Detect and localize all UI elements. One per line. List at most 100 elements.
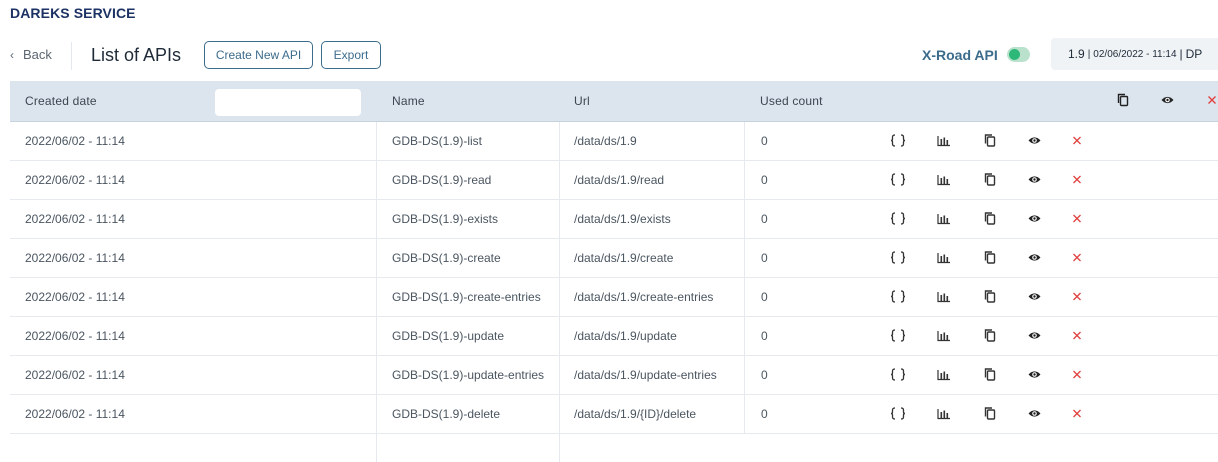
close-icon[interactable] xyxy=(1072,250,1082,270)
eye-icon[interactable] xyxy=(1028,406,1041,426)
table-row: 2022/06/02 - 11:14 GDB-DS(1.9)-list /dat… xyxy=(10,122,1218,161)
eye-icon[interactable] xyxy=(1028,250,1041,270)
bar-chart-icon[interactable] xyxy=(937,289,951,309)
bar-chart-icon[interactable] xyxy=(937,172,951,192)
column-header-used-count[interactable]: Used count xyxy=(760,94,823,108)
version-separator: | xyxy=(1179,47,1183,61)
eye-icon[interactable] xyxy=(1028,133,1041,153)
eye-icon[interactable] xyxy=(1028,367,1041,387)
created-date-cell: 2022/06/02 - 11:14 xyxy=(25,290,125,304)
close-icon[interactable] xyxy=(1072,328,1082,348)
toolbar: ‹ Back List of APIs Create New API Expor… xyxy=(0,38,1218,72)
braces-icon[interactable] xyxy=(890,367,906,387)
copy-icon[interactable] xyxy=(984,367,996,387)
column-divider xyxy=(559,278,560,316)
back-label: Back xyxy=(23,47,52,62)
bar-chart-icon[interactable] xyxy=(937,211,951,231)
table-row: 2022/06/02 - 11:14 GDB-DS(1.9)-delete /d… xyxy=(10,395,1218,434)
braces-icon[interactable] xyxy=(890,289,906,309)
export-button[interactable]: Export xyxy=(321,41,381,69)
column-divider xyxy=(376,395,377,433)
bar-chart-icon[interactable] xyxy=(937,328,951,348)
toggle-knob xyxy=(1009,49,1020,60)
close-icon[interactable] xyxy=(1072,289,1082,309)
created-date-cell: 2022/06/02 - 11:14 xyxy=(25,329,125,343)
table-row: 2022/06/02 - 11:14 GDB-DS(1.9)-read /dat… xyxy=(10,161,1218,200)
copy-icon[interactable] xyxy=(984,172,996,192)
bar-chart-icon[interactable] xyxy=(937,133,951,153)
close-icon[interactable] xyxy=(1072,133,1082,153)
column-divider xyxy=(559,395,560,433)
braces-icon[interactable] xyxy=(890,250,906,270)
column-divider xyxy=(559,356,560,394)
name-cell: GDB-DS(1.9)-delete xyxy=(392,407,501,421)
copy-icon[interactable] xyxy=(984,406,996,426)
filter-input[interactable] xyxy=(215,89,361,116)
url-cell: /data/ds/1.9/create xyxy=(574,251,674,265)
braces-icon[interactable] xyxy=(890,328,906,348)
close-icon[interactable] xyxy=(1072,406,1082,426)
url-cell: /data/ds/1.9/{ID}/delete xyxy=(574,407,697,421)
close-icon[interactable] xyxy=(1072,211,1082,231)
column-header-name[interactable]: Name xyxy=(392,94,425,108)
eye-icon[interactable] xyxy=(1028,289,1041,309)
created-date-cell: 2022/06/02 - 11:14 xyxy=(25,368,125,382)
eye-icon[interactable] xyxy=(1161,93,1174,112)
column-header-url[interactable]: Url xyxy=(574,94,590,108)
created-date-cell: 2022/06/02 - 11:14 xyxy=(25,407,125,421)
column-divider xyxy=(376,239,377,277)
chevron-left-icon: ‹ xyxy=(10,47,14,62)
eye-icon[interactable] xyxy=(1028,211,1041,231)
copy-icon[interactable] xyxy=(984,289,996,309)
version-separator: | xyxy=(1087,48,1091,60)
copy-icon[interactable] xyxy=(984,133,996,153)
used-count-cell: 0 xyxy=(761,329,768,343)
column-divider xyxy=(744,317,745,355)
eye-icon[interactable] xyxy=(1028,328,1041,348)
copy-icon[interactable] xyxy=(1117,93,1129,112)
used-count-cell: 0 xyxy=(761,251,768,265)
close-icon[interactable] xyxy=(1207,93,1217,112)
url-cell: /data/ds/1.9/create-entries xyxy=(574,290,714,304)
used-count-cell: 0 xyxy=(761,290,768,304)
copy-icon[interactable] xyxy=(984,250,996,270)
bar-chart-icon[interactable] xyxy=(937,367,951,387)
column-divider xyxy=(744,278,745,316)
column-divider xyxy=(559,161,560,199)
version-number: 1.9 xyxy=(1068,47,1085,61)
create-new-api-button[interactable]: Create New API xyxy=(204,41,313,69)
copy-icon[interactable] xyxy=(984,328,996,348)
bar-chart-icon[interactable] xyxy=(937,250,951,270)
column-divider xyxy=(744,395,745,433)
table-row: 2022/06/02 - 11:14 GDB-DS(1.9)-create-en… xyxy=(10,278,1218,317)
used-count-cell: 0 xyxy=(761,368,768,382)
toolbar-divider xyxy=(71,42,72,70)
table-rows: 2022/06/02 - 11:14 GDB-DS(1.9)-list /dat… xyxy=(10,122,1218,434)
xroad-api-label: X-Road API xyxy=(922,47,998,63)
back-button[interactable]: ‹ Back xyxy=(10,47,52,62)
used-count-cell: 0 xyxy=(761,212,768,226)
close-icon[interactable] xyxy=(1072,367,1082,387)
close-icon[interactable] xyxy=(1072,172,1082,192)
column-divider xyxy=(376,161,377,199)
name-cell: GDB-DS(1.9)-list xyxy=(392,134,483,148)
created-date-cell: 2022/06/02 - 11:14 xyxy=(25,212,125,226)
eye-icon[interactable] xyxy=(1028,172,1041,192)
url-cell: /data/ds/1.9/exists xyxy=(574,212,671,226)
column-divider xyxy=(376,356,377,394)
column-divider xyxy=(376,122,377,160)
copy-icon[interactable] xyxy=(984,211,996,231)
braces-icon[interactable] xyxy=(890,406,906,426)
used-count-cell: 0 xyxy=(761,134,768,148)
column-divider xyxy=(376,317,377,355)
xroad-api-toggle[interactable] xyxy=(1007,47,1030,62)
table-row: 2022/06/02 - 11:14 GDB-DS(1.9)-update-en… xyxy=(10,356,1218,395)
braces-icon[interactable] xyxy=(890,133,906,153)
bar-chart-icon[interactable] xyxy=(937,406,951,426)
braces-icon[interactable] xyxy=(890,211,906,231)
column-divider xyxy=(376,278,377,316)
braces-icon[interactable] xyxy=(890,172,906,192)
column-divider xyxy=(559,317,560,355)
column-header-created-date[interactable]: Created date xyxy=(25,94,97,108)
name-cell: GDB-DS(1.9)-update xyxy=(392,329,505,343)
